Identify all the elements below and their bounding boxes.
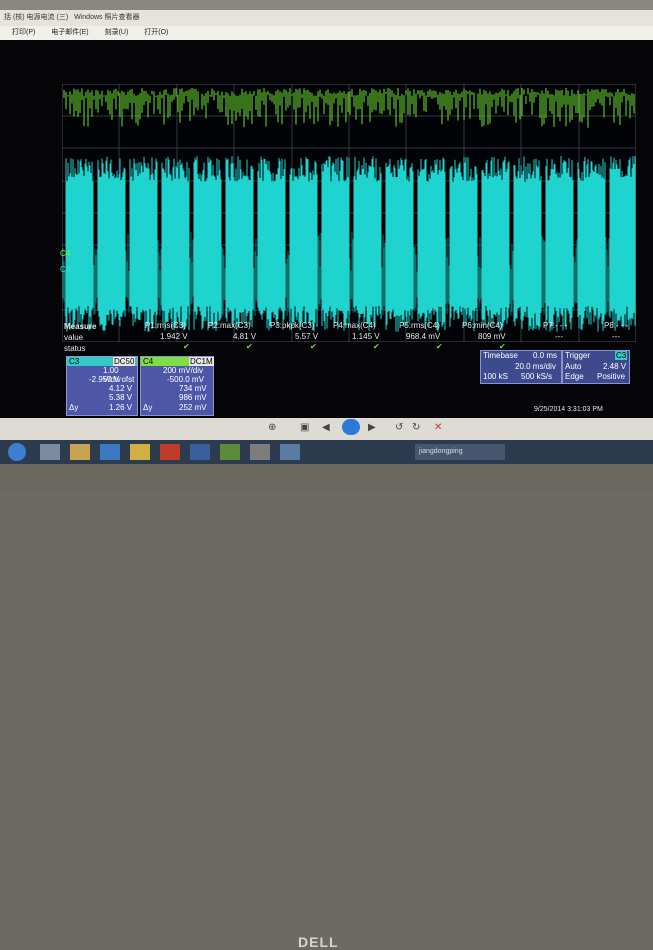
trigger-channel: C3 [615, 351, 628, 360]
rotate-left-icon[interactable]: ↺ [395, 422, 403, 433]
title-prefix: 括 (核) 电源电流 (三) [4, 14, 69, 21]
c4-channel-box[interactable]: C4 DC1M 200 mV/div -500.0 mV 734 mV 986 … [140, 356, 214, 416]
timebase-rate: 500 kS/s [521, 372, 553, 381]
next-icon[interactable]: ▶ [368, 422, 376, 433]
menu-print[interactable]: 打印(P) [12, 26, 35, 40]
c3-offset: -2.950 V ofst [89, 375, 135, 384]
trigger-mode: Auto [565, 362, 582, 371]
measure-p3-name[interactable]: P3:pkpk(C3) [270, 321, 314, 330]
c3-cursor2: 5.38 V [109, 393, 133, 402]
app-icon[interactable] [250, 444, 270, 460]
measure-p8-value: --- [612, 332, 620, 341]
folder-icon[interactable] [70, 444, 90, 460]
c3-channel-box[interactable]: C3 DC50 1.00 V/div -2.950 V ofst 4.12 V … [66, 356, 138, 416]
trigger-type: Edge [565, 372, 584, 381]
taskbar-app-icon[interactable] [40, 444, 60, 460]
photo-viewer-toolbar: ⊕ ▣ ◀ ▶ ↺ ↻ ✕ [0, 418, 653, 440]
measure-p4-value: 1.145 V [352, 332, 380, 341]
scope-datetime: 9/25/2014 3:31:03 PM [534, 406, 603, 413]
c4-delta: 252 mV [179, 403, 207, 412]
c3-delta: 1.26 V [109, 403, 133, 412]
measure-p2-name[interactable]: P2:max(C3) [208, 321, 251, 330]
trigger-box[interactable]: Trigger C3 Auto 2.48 V Edge Positive [562, 350, 630, 384]
trigger-slope: Positive [597, 372, 626, 381]
status-check-icon: ✔ [436, 342, 443, 351]
c3-delta-prefix: Δy [69, 403, 79, 412]
c3-coupling: DC50 [113, 357, 136, 366]
menu-burn[interactable]: 刻录(U) [105, 26, 129, 40]
timebase-label: Timebase [483, 351, 518, 360]
measure-p7-name[interactable]: P7:- - - [543, 321, 567, 330]
media-icon[interactable] [130, 444, 150, 460]
c4-cursor2: 986 mV [179, 393, 207, 402]
timebase-delay: 0.0 ms [533, 351, 558, 360]
oscilloscope-screen: C4 C3 Measure value status P1:rms(C3) 1.… [0, 40, 653, 418]
measure-p2-value: 4.81 V [233, 332, 257, 341]
start-button[interactable] [8, 443, 26, 461]
timebase-box[interactable]: Timebase 0.0 ms 20.0 ms/div 100 kS 500 k… [480, 350, 562, 384]
c3-marker: C3 [60, 265, 71, 274]
measure-value-row: value [64, 333, 84, 342]
c4-coupling: DC1M [189, 357, 214, 366]
measure-title: Measure [64, 322, 97, 331]
fit-icon[interactable]: ▣ [300, 422, 309, 433]
trigger-level: 2.48 V [603, 362, 627, 371]
c4-box-label: C4 [143, 357, 154, 366]
measure-p1-name[interactable]: P1:rms(C3) [145, 321, 186, 330]
pdf-icon[interactable] [160, 444, 180, 460]
zoom-icon[interactable]: ⊕ [268, 422, 276, 433]
word-icon[interactable] [190, 444, 210, 460]
c4-delta-prefix: Δy [143, 403, 153, 412]
status-check-icon: ✔ [373, 342, 380, 351]
c3-cursor1: 4.12 V [109, 384, 133, 393]
menu-open[interactable]: 打开(O) [144, 26, 168, 40]
measure-status-row: status [64, 344, 86, 353]
c4-vdiv: 200 mV/div [163, 366, 204, 375]
slideshow-button[interactable] [342, 419, 360, 435]
c4-cursor1: 734 mV [179, 384, 207, 393]
measure-p8-name[interactable]: P8:- - - [604, 321, 628, 330]
trigger-label: Trigger [565, 351, 591, 360]
delete-icon[interactable]: ✕ [434, 422, 442, 433]
app-icon[interactable] [220, 444, 240, 460]
timebase-samples: 100 kS [483, 372, 508, 381]
menu-email[interactable]: 电子邮件(E) [51, 26, 88, 40]
brand-logo: DELL [298, 934, 339, 950]
status-check-icon: ✔ [246, 342, 253, 351]
timebase-div: 20.0 ms/div [515, 362, 556, 371]
c3-box-label: C3 [69, 357, 80, 366]
ie-icon[interactable] [100, 444, 120, 460]
status-check-icon: ✔ [310, 342, 317, 351]
c3-trace [62, 156, 636, 332]
window-titlebar: 括 (核) 电源电流 (三) Windows 照片查看器 [0, 10, 653, 26]
app-icon[interactable] [280, 444, 300, 460]
measure-p6-name[interactable]: P6:min(C4) [462, 321, 502, 330]
rotate-right-icon[interactable]: ↻ [412, 422, 420, 433]
measure-p7-value: --- [555, 332, 563, 341]
measure-p3-value: 5.57 V [295, 332, 319, 341]
status-check-icon: ✔ [183, 342, 190, 351]
monitor-bezel-bottom: DELL [0, 464, 653, 950]
menu-bar: 打印(P) 电子邮件(E) 刻录(U) 打开(O) [0, 26, 653, 41]
measure-p5-value: 968.4 mV [406, 332, 441, 341]
windows-taskbar: jiangdongping [0, 440, 653, 464]
window-title: Windows 照片查看器 [74, 14, 140, 21]
waveform-svg [62, 84, 636, 342]
measure-p4-name[interactable]: P4:max(C4) [333, 321, 376, 330]
c4-offset: -500.0 mV [167, 375, 204, 384]
previous-icon[interactable]: ◀ [322, 422, 330, 433]
measure-p5-name[interactable]: P5:rms(C4) [399, 321, 440, 330]
waveform-grid [62, 84, 636, 342]
measure-p1-value: 1.942 V [160, 332, 188, 341]
measure-p6-value: 809 mV [478, 332, 506, 341]
c4-marker: C4 [60, 249, 71, 258]
taskbar-task[interactable]: jiangdongping [415, 444, 505, 460]
